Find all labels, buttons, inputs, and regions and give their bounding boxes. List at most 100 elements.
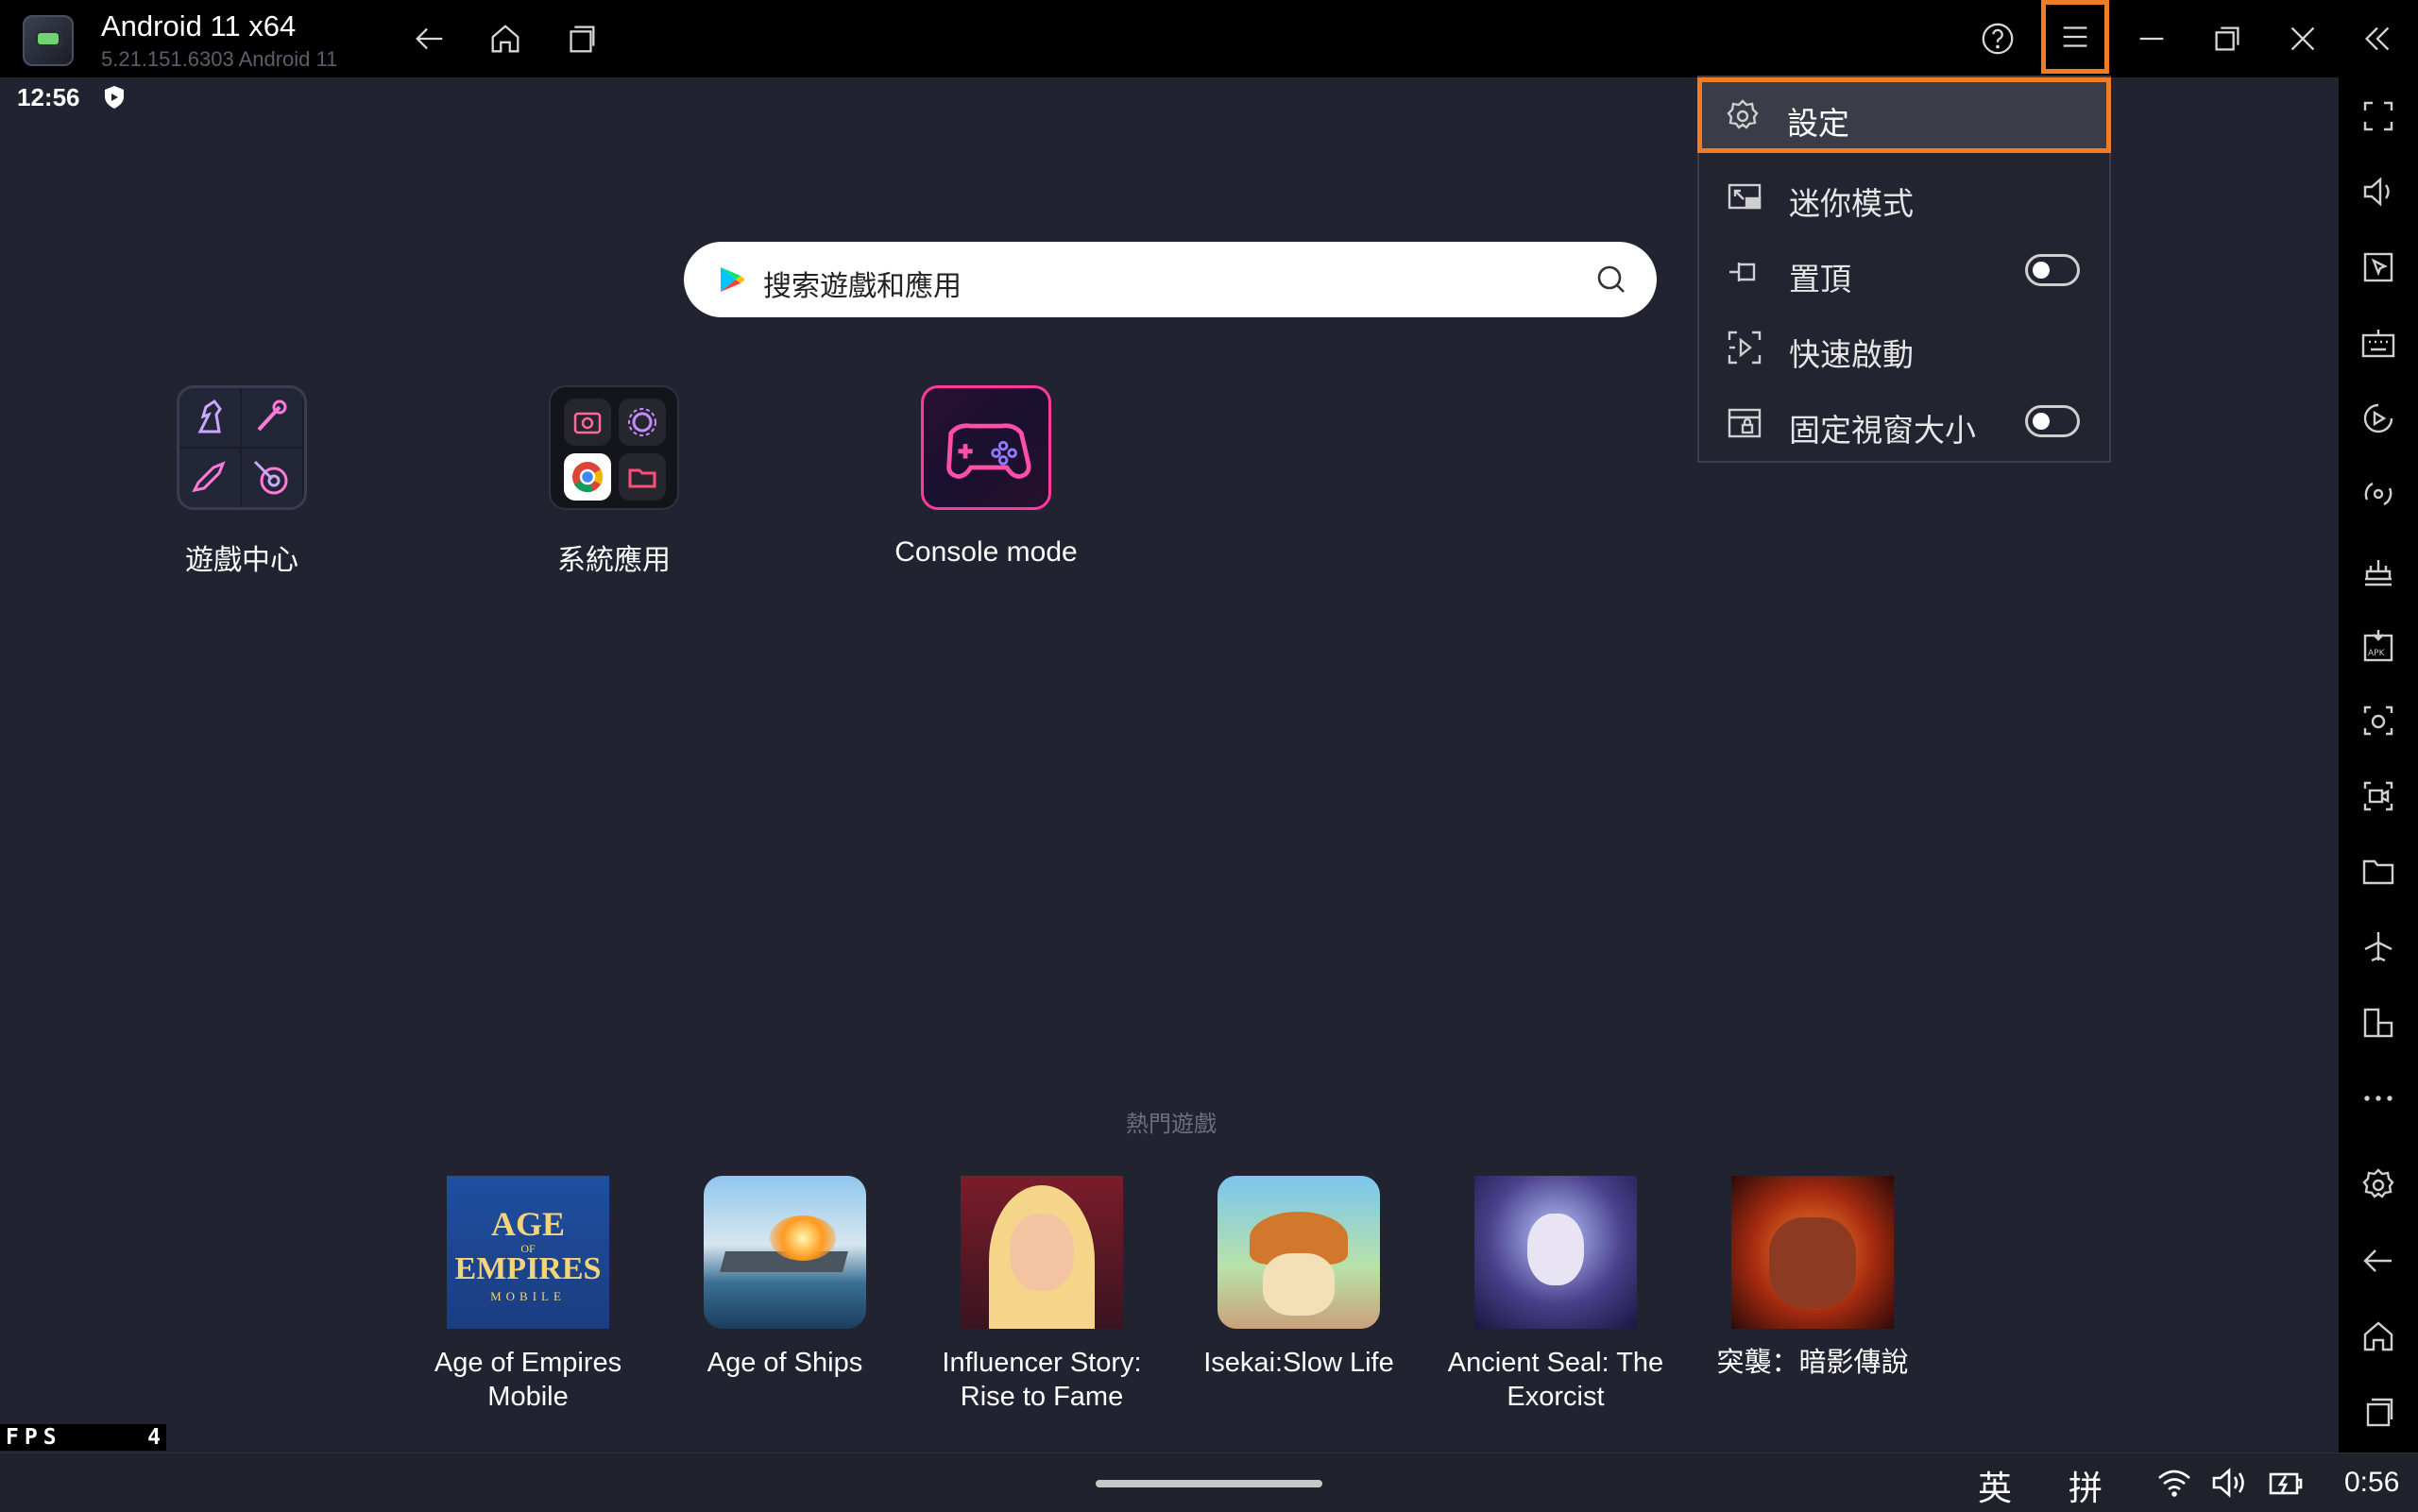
install-apk-button[interactable]: APK bbox=[2357, 623, 2400, 667]
speaker-icon[interactable] bbox=[2210, 1465, 2248, 1501]
home-button[interactable] bbox=[482, 15, 529, 62]
menu-button[interactable] bbox=[2041, 0, 2109, 74]
navigation-handle[interactable] bbox=[1096, 1480, 1322, 1487]
help-icon bbox=[1982, 23, 2014, 55]
recent-apps-icon bbox=[570, 25, 595, 53]
home-icon bbox=[2363, 1321, 2393, 1351]
record-button[interactable] bbox=[2357, 774, 2400, 818]
android-recents-button[interactable] bbox=[2357, 1390, 2400, 1434]
macro-button[interactable] bbox=[2357, 397, 2400, 440]
window-subtitle: 5.21.151.6303 Android 11 bbox=[101, 47, 338, 71]
gear-icon bbox=[2362, 1168, 2394, 1198]
close-button[interactable] bbox=[2279, 15, 2326, 62]
apk-icon: APK bbox=[2363, 630, 2393, 662]
gamepad-icon bbox=[921, 385, 1051, 510]
main-menu-dropdown: 設定 迷你模式 置頂 快速啟動 固定視窗大小 bbox=[1697, 76, 2111, 463]
search-bar[interactable]: 搜索遊戲和應用 bbox=[684, 242, 1657, 317]
sync-button[interactable] bbox=[2357, 472, 2400, 516]
collapse-sidebar-button[interactable] bbox=[2354, 15, 2401, 62]
sync-icon bbox=[2364, 482, 2392, 506]
fps-label: FPS bbox=[6, 1425, 62, 1450]
game-name: Isekai:Slow Life bbox=[1203, 1348, 1394, 1378]
search-placeholder: 搜索遊戲和應用 bbox=[763, 271, 962, 302]
menu-item-label: 設定 bbox=[1787, 106, 1849, 141]
airplane-mode-button[interactable] bbox=[2357, 926, 2400, 969]
help-button[interactable] bbox=[1974, 15, 2021, 62]
volume-button[interactable] bbox=[2357, 170, 2400, 213]
game-raid-shadow-legends[interactable]: 突襲：暗影傳說 bbox=[1704, 1176, 1921, 1380]
screenshot-button[interactable] bbox=[2357, 699, 2400, 742]
keyboard-icon bbox=[2361, 330, 2395, 358]
search-icon bbox=[1597, 265, 1625, 293]
game-thumbnail bbox=[1474, 1176, 1637, 1329]
double-chevron-left-icon bbox=[2364, 26, 2390, 51]
fixed-window-size-toggle[interactable] bbox=[2025, 405, 2080, 437]
app-logo-icon bbox=[23, 15, 74, 66]
back-button[interactable] bbox=[406, 15, 453, 62]
google-play-icon bbox=[721, 267, 744, 292]
back-arrow-icon bbox=[416, 27, 443, 50]
pointer-button[interactable] bbox=[2357, 246, 2400, 289]
game-thumbnail: AGE OF EMPIRES MOBILE bbox=[447, 1176, 609, 1329]
rotate-icon bbox=[2363, 1008, 2393, 1038]
ime-language-indicator[interactable]: 英 bbox=[1978, 1461, 2012, 1510]
popular-games-heading: 熱門遊戲 bbox=[1126, 1112, 1217, 1137]
system-clock[interactable]: 0:56 bbox=[2344, 1467, 2399, 1499]
fixed-window-icon bbox=[1726, 404, 1763, 442]
thumb-text: MOBILE bbox=[490, 1289, 566, 1303]
game-influencer-story[interactable]: Influencer Story: Rise to Fame bbox=[933, 1176, 1150, 1414]
game-age-of-empires[interactable]: AGE OF EMPIRES MOBILE Age of Empires Mobi… bbox=[419, 1176, 637, 1414]
app-console-mode[interactable]: Console mode bbox=[882, 385, 1090, 569]
menu-item-settings[interactable]: 設定 bbox=[1697, 77, 2111, 153]
shield-icon bbox=[105, 86, 124, 109]
fullscreen-button[interactable] bbox=[2357, 94, 2400, 138]
screen-record-icon bbox=[2363, 781, 2393, 811]
menu-item-label: 迷你模式 bbox=[1789, 186, 1914, 221]
macro-play-icon bbox=[2363, 403, 2393, 433]
menu-item-always-on-top[interactable]: 置頂 bbox=[1699, 233, 2109, 309]
restore-window-icon bbox=[2215, 26, 2239, 51]
game-age-of-ships[interactable]: Age of Ships bbox=[676, 1176, 894, 1380]
keyboard-button[interactable] bbox=[2357, 321, 2400, 365]
back-arrow-icon bbox=[2363, 1249, 2392, 1272]
app-system-apps[interactable]: 系統應用 bbox=[510, 385, 718, 578]
app-label: 系統應用 bbox=[557, 545, 671, 576]
menu-item-label: 置頂 bbox=[1789, 262, 1851, 297]
game-name: Influencer Story: Rise to Fame bbox=[942, 1348, 1142, 1412]
game-isekai-slow-life[interactable]: Isekai:Slow Life bbox=[1190, 1176, 1407, 1380]
volume-icon bbox=[2363, 177, 2390, 207]
gear-icon bbox=[1724, 97, 1762, 135]
window-title: Android 11 x64 bbox=[101, 9, 297, 42]
battery-charging-icon[interactable] bbox=[2267, 1465, 2305, 1501]
fps-counter: FPS 4 bbox=[0, 1424, 166, 1451]
menu-item-label: 固定視窗大小 bbox=[1789, 413, 1976, 448]
android-home-button[interactable] bbox=[2357, 1315, 2400, 1358]
rotate-button[interactable] bbox=[2357, 1001, 2400, 1045]
minimize-button[interactable] bbox=[2128, 15, 2175, 62]
taskbar: 英 拼 0:56 bbox=[0, 1453, 2418, 1512]
game-name: Age of Ships bbox=[707, 1348, 863, 1378]
multi-instance-button[interactable] bbox=[2357, 548, 2400, 591]
menu-item-label: 快速啟動 bbox=[1789, 337, 1914, 372]
wifi-icon[interactable] bbox=[2155, 1465, 2193, 1501]
menu-item-mini-mode[interactable]: 迷你模式 bbox=[1699, 158, 2109, 233]
recent-apps-icon bbox=[2366, 1398, 2393, 1427]
cursor-icon bbox=[2363, 252, 2393, 282]
more-button[interactable] bbox=[2357, 1077, 2400, 1120]
game-name: 突襲：暗影傳說 bbox=[1716, 1348, 1909, 1378]
app-game-center[interactable]: 遊戲中心 bbox=[138, 385, 346, 578]
folder-button[interactable] bbox=[2357, 850, 2400, 893]
recent-apps-button[interactable] bbox=[557, 15, 604, 62]
menu-item-fixed-window-size[interactable]: 固定視窗大小 bbox=[1699, 384, 2109, 460]
game-ancient-seal[interactable]: Ancient Seal: The Exorcist bbox=[1447, 1176, 1664, 1414]
home-icon bbox=[491, 25, 519, 53]
always-on-top-toggle[interactable] bbox=[2025, 254, 2080, 286]
hamburger-menu-icon bbox=[2063, 26, 2087, 47]
menu-item-quick-launch[interactable]: 快速啟動 bbox=[1699, 309, 2109, 384]
restore-button[interactable] bbox=[2204, 15, 2251, 62]
ime-mode-indicator[interactable]: 拼 bbox=[2069, 1461, 2103, 1510]
system-apps-folder-icon bbox=[549, 385, 679, 510]
settings-button[interactable] bbox=[2357, 1164, 2400, 1207]
android-back-button[interactable] bbox=[2357, 1239, 2400, 1283]
camera-icon bbox=[2363, 705, 2393, 736]
